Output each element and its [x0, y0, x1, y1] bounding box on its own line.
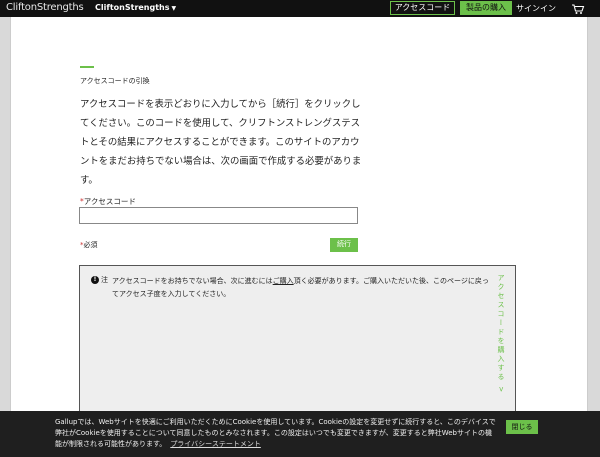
section-accent-rule: [80, 66, 94, 68]
access-code-button[interactable]: アクセスコード: [390, 1, 455, 15]
notice-box: ! 注 アクセスコードをお持ちでない場合、次に進むにはご購入頂く必要があります。…: [79, 265, 516, 425]
brand-menu[interactable]: CliftonStrengths ▼: [95, 3, 176, 12]
info-icon: !: [91, 276, 99, 284]
notice-text: アクセスコードをお持ちでない場合、次に進むにはご購入頂く必要があります。ご購入い…: [112, 275, 495, 301]
privacy-statement-link[interactable]: プライバシーステートメント: [170, 440, 261, 448]
section-label: アクセスコードの引換: [80, 77, 150, 85]
continue-button[interactable]: 続行: [330, 238, 358, 252]
purchase-link[interactable]: ご購入: [273, 277, 294, 285]
cookie-banner: Gallupでは、Webサイトを快適にご利用いただくためにCookieを使用して…: [0, 411, 600, 457]
buy-access-code-link[interactable]: アクセスコードを購入する >: [496, 274, 506, 394]
cookie-message: Gallupでは、Webサイトを快適にご利用いただくためにCookieを使用して…: [55, 418, 496, 448]
access-code-label-text: アクセスコード: [83, 197, 136, 206]
brand-menu-label: CliftonStrengths: [95, 3, 170, 12]
access-code-input[interactable]: [79, 207, 358, 224]
required-note: *必須: [80, 240, 98, 250]
buy-product-button[interactable]: 製品の購入: [460, 1, 512, 15]
notice-text-before: アクセスコードをお持ちでない場合、次に進むには: [112, 277, 273, 285]
cart-icon[interactable]: [571, 1, 585, 15]
brand-logo[interactable]: CliftonStrengths: [6, 2, 84, 13]
cookie-close-button[interactable]: 閉じる: [506, 420, 538, 434]
cookie-text: Gallupでは、Webサイトを快適にご利用いただくためにCookieを使用して…: [55, 417, 497, 450]
access-code-label: *アクセスコード: [80, 196, 136, 207]
required-note-text: 必須: [83, 241, 98, 249]
top-nav: CliftonStrengths CliftonStrengths ▼ アクセスコ…: [0, 0, 600, 17]
signin-link[interactable]: サインイン: [516, 3, 556, 14]
intro-text: アクセスコードを表示どおりに入力してから［続行］をクリックしてください。このコー…: [80, 99, 362, 186]
notice-tag: 注: [101, 276, 108, 284]
caret-down-icon: ▼: [171, 5, 177, 12]
